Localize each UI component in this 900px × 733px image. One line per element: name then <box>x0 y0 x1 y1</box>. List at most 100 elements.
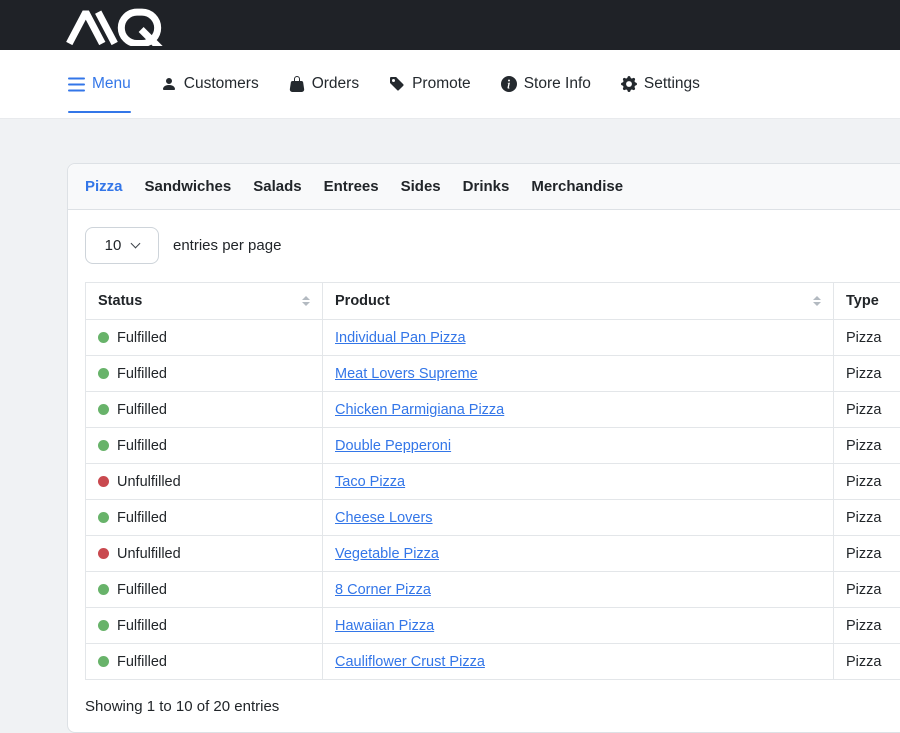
status-cell: Fulfilled <box>86 320 323 356</box>
tab-sandwiches[interactable]: Sandwiches <box>145 178 232 195</box>
nav-item-store-info[interactable]: Store Info <box>501 50 591 118</box>
type-cell: Pizza <box>834 428 900 464</box>
type-cell: Pizza <box>834 320 900 356</box>
column-label: Type <box>846 293 879 309</box>
tab-sides[interactable]: Sides <box>401 178 441 195</box>
product-cell: Cheese Lovers <box>323 500 834 536</box>
product-link[interactable]: Vegetable Pizza <box>335 546 439 562</box>
status-cell: Fulfilled <box>86 608 323 644</box>
status-dot-icon <box>98 476 109 487</box>
type-cell: Pizza <box>834 644 900 680</box>
category-tabs: Pizza Sandwiches Salads Entrees Sides Dr… <box>68 164 900 210</box>
nav-item-settings[interactable]: Settings <box>621 50 700 118</box>
tab-entrees[interactable]: Entrees <box>324 178 379 195</box>
product-link[interactable]: Taco Pizza <box>335 474 405 490</box>
product-link[interactable]: Double Pepperoni <box>335 438 451 454</box>
nav-item-label: Menu <box>92 75 131 93</box>
table-row: Fulfilled Chicken Parmigiana Pizza Pizza <box>86 392 900 428</box>
product-cell: Chicken Parmigiana Pizza <box>323 392 834 428</box>
nav-item-label: Settings <box>644 75 700 93</box>
type-cell: Pizza <box>834 392 900 428</box>
tab-salads[interactable]: Salads <box>253 178 301 195</box>
status-text: Unfulfilled <box>117 474 181 490</box>
table-row: UnfulfilledTaco PizzaPizza <box>86 464 900 500</box>
status-dot-icon <box>98 584 109 595</box>
nav-item-promote[interactable]: Promote <box>389 50 471 118</box>
status-dot-icon <box>98 404 109 415</box>
table-body: FulfilledIndividual Pan PizzaPizzaFulfil… <box>86 320 900 680</box>
status-text: Unfulfilled <box>117 546 181 562</box>
product-link[interactable]: Chicken Parmigiana Pizza <box>335 402 504 418</box>
table-header-row: Status Product Type <box>86 283 900 320</box>
aiq-logo <box>62 8 174 46</box>
status-cell: Unfulfilled <box>86 536 323 572</box>
nav-item-customers[interactable]: Customers <box>161 50 259 118</box>
status-cell: Fulfilled <box>86 428 323 464</box>
menu-card: Pizza Sandwiches Salads Entrees Sides Dr… <box>67 163 900 733</box>
nav-item-label: Orders <box>312 75 359 93</box>
type-cell: Pizza <box>834 572 900 608</box>
product-cell: Individual Pan Pizza <box>323 320 834 356</box>
gear-icon <box>621 76 637 92</box>
table-row: Fulfilled Individual Pan Pizza Pizza <box>86 320 900 356</box>
nav-item-menu[interactable]: Menu <box>68 50 131 118</box>
primary-nav: Menu Customers Orders Promote Store Info… <box>0 50 900 119</box>
sort-icon <box>302 296 310 306</box>
nav-item-label: Promote <box>412 75 471 93</box>
status-cell: Fulfilled <box>86 500 323 536</box>
column-header-status[interactable]: Status <box>86 283 323 320</box>
status-text: Fulfilled <box>117 582 167 598</box>
product-link[interactable]: Cauliflower Crust Pizza <box>335 654 485 670</box>
tab-pizza[interactable]: Pizza <box>85 178 123 195</box>
table-row: Unfulfilled Vegetable Pizza Pizza <box>86 536 900 572</box>
product-link[interactable]: Meat Lovers Supreme <box>335 366 478 382</box>
table-row: Fulfilled Meat Lovers Supreme Pizza <box>86 356 900 392</box>
tab-drinks[interactable]: Drinks <box>463 178 510 195</box>
product-link[interactable]: Cheese Lovers <box>335 510 433 526</box>
product-link[interactable]: Individual Pan Pizza <box>335 330 466 346</box>
sort-icon <box>813 296 821 306</box>
status-text: Fulfilled <box>117 366 167 382</box>
nav-item-label: Customers <box>184 75 259 93</box>
status-dot-icon <box>98 440 109 451</box>
product-link[interactable]: 8 Corner Pizza <box>335 582 431 598</box>
type-cell: Pizza <box>834 536 900 572</box>
table-row: Fulfilled 8 Corner Pizza Pizza <box>86 572 900 608</box>
table-row: Fulfilled Cauliflower Crust Pizza Pizza <box>86 644 900 680</box>
status-text: Fulfilled <box>117 510 167 526</box>
entries-per-page-value: 10 <box>105 237 122 254</box>
top-app-bar <box>0 0 900 50</box>
type-cell: Pizza <box>834 500 900 536</box>
product-link[interactable]: Hawaiian Pizza <box>335 618 434 634</box>
products-table: Status Product Type <box>85 282 900 680</box>
status-dot-icon <box>98 512 109 523</box>
status-dot-icon <box>98 548 109 559</box>
status-text: Fulfilled <box>117 438 167 454</box>
entries-per-page-label: entries per page <box>173 237 281 254</box>
table-row: Fulfilled Cheese Lovers Pizza <box>86 500 900 536</box>
status-text: Fulfilled <box>117 618 167 634</box>
tag-icon <box>389 76 405 92</box>
column-header-type: Type <box>834 283 900 320</box>
status-text: Fulfilled <box>117 402 167 418</box>
entries-per-page-select[interactable]: 10 <box>85 227 159 264</box>
status-cell: Fulfilled <box>86 392 323 428</box>
status-cell: Fulfilled <box>86 644 323 680</box>
status-cell: Fulfilled <box>86 572 323 608</box>
chevron-down-icon <box>131 239 141 249</box>
status-text: Fulfilled <box>117 654 167 670</box>
product-cell: Taco Pizza <box>323 464 834 500</box>
product-cell: Meat Lovers Supreme <box>323 356 834 392</box>
nav-item-orders[interactable]: Orders <box>289 50 359 118</box>
product-cell: Cauliflower Crust Pizza <box>323 644 834 680</box>
table-row: Fulfilled Double Pepperoni Pizza <box>86 428 900 464</box>
column-header-product[interactable]: Product <box>323 283 834 320</box>
status-dot-icon <box>98 368 109 379</box>
type-cell: Pizza <box>834 356 900 392</box>
table-row: FulfilledHawaiian PizzaPizza <box>86 608 900 644</box>
status-dot-icon <box>98 656 109 667</box>
entries-per-page-row: 10 entries per page <box>85 227 900 264</box>
nav-item-label: Store Info <box>524 75 591 93</box>
tab-merchandise[interactable]: Merchandise <box>531 178 623 195</box>
column-label: Product <box>335 293 390 309</box>
